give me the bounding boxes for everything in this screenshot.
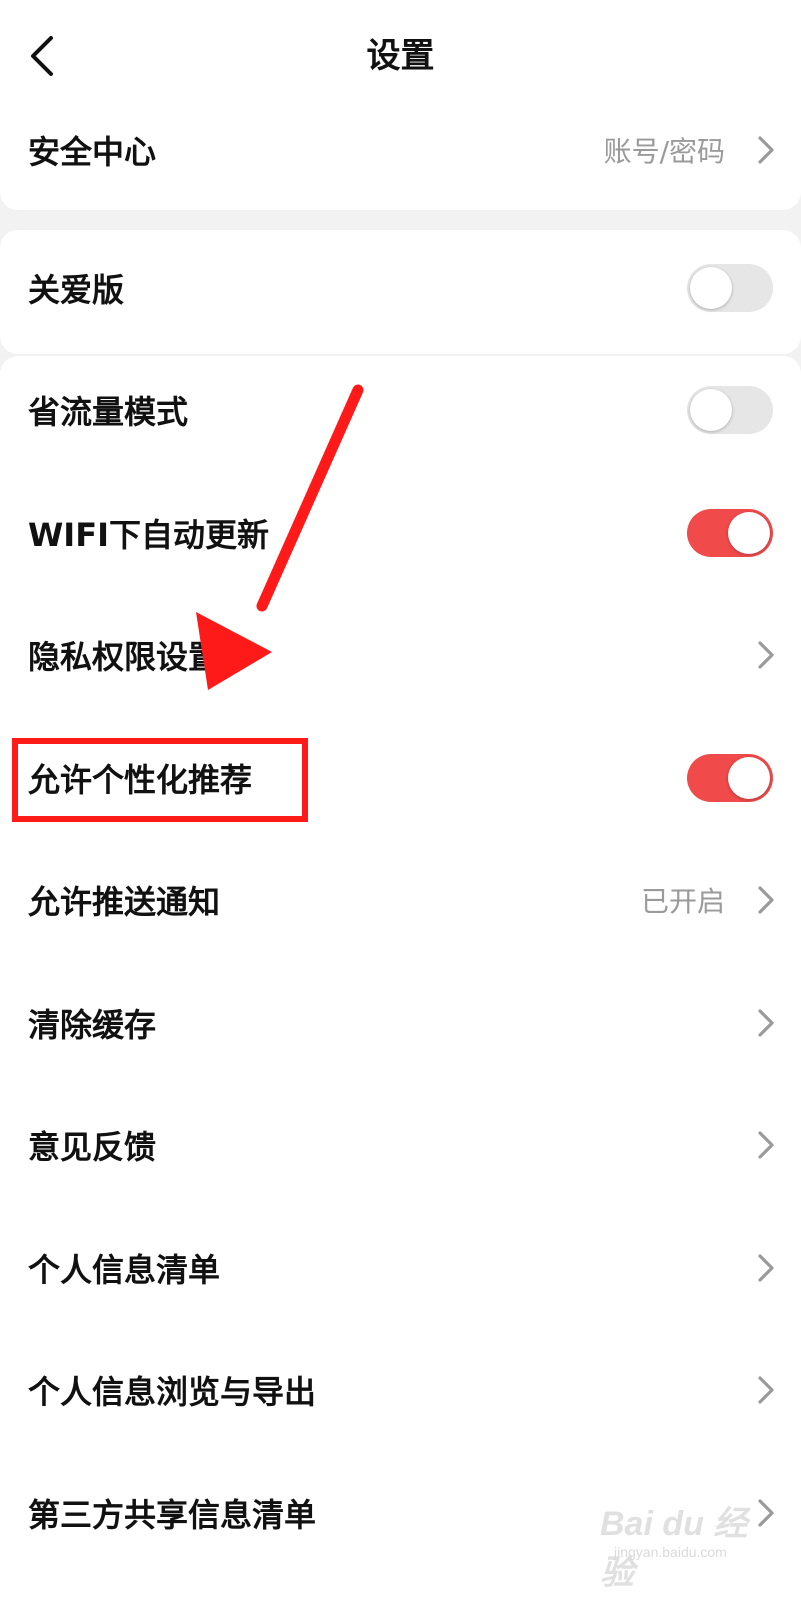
row-label: 个人信息清单 xyxy=(28,1250,221,1289)
chevron-right-icon xyxy=(758,1131,774,1159)
chevron-right-icon xyxy=(758,1008,774,1037)
row-label: 意见反馈 xyxy=(28,1128,157,1166)
settings-row[interactable]: 清除缓存 xyxy=(0,961,801,1085)
chevron-right-icon xyxy=(758,886,774,914)
row-label: 省流量模式 xyxy=(28,393,189,431)
row-label: 允许推送通知 xyxy=(28,883,221,921)
settings-row[interactable]: 允许推送通知 已开启 xyxy=(0,838,801,962)
settings-row[interactable]: 意见反馈 xyxy=(0,1083,801,1207)
settings-row[interactable]: 个人信息清单 xyxy=(0,1206,801,1330)
settings-row: 允许个性化推荐 xyxy=(0,716,801,840)
row-value: 已开启 xyxy=(640,885,725,918)
row-label: 清除缓存 xyxy=(28,1005,157,1044)
row-security-center[interactable]: 安全中心 账号/密码 xyxy=(0,88,801,212)
settings-row[interactable]: 隐私权限设置 xyxy=(0,593,801,717)
row-label: WIFI下自动更新 xyxy=(28,515,269,554)
row-value: 账号/密码 xyxy=(603,135,725,168)
settings-row[interactable]: 第三方共享信息清单 xyxy=(0,1451,801,1575)
settings-row: 省流量模式 xyxy=(0,348,801,472)
chevron-right-icon xyxy=(758,1376,774,1404)
toggle-knob xyxy=(690,267,732,309)
row-care-mode: 关爱版 xyxy=(0,226,801,350)
row-label: 隐私权限设置 xyxy=(28,638,221,676)
settings-row: WIFI下自动更新 xyxy=(0,471,801,595)
care-card: 关爱版 xyxy=(0,230,801,354)
row-label: 关爱版 xyxy=(28,271,125,309)
row-label: 允许个性化推荐 xyxy=(28,760,253,799)
page-title: 设置 xyxy=(366,36,435,76)
row-label: 安全中心 xyxy=(28,133,157,171)
setting-toggle[interactable] xyxy=(687,753,773,802)
security-card: 安全中心 账号/密码 xyxy=(0,96,801,210)
row-label: 个人信息浏览与导出 xyxy=(28,1373,317,1411)
setting-toggle[interactable] xyxy=(687,386,773,434)
chevron-right-icon xyxy=(758,641,774,669)
toggle-knob xyxy=(728,756,770,799)
chevron-right-icon xyxy=(758,136,774,164)
chevron-right-icon xyxy=(758,1253,774,1282)
toggle-knob xyxy=(690,389,732,431)
setting-toggle[interactable] xyxy=(687,508,773,557)
toggle-knob xyxy=(728,511,770,554)
chevron-right-icon xyxy=(758,1498,774,1527)
settings-row[interactable]: 个人信息浏览与导出 xyxy=(0,1328,801,1452)
care-mode-toggle[interactable] xyxy=(687,264,773,312)
row-label: 第三方共享信息清单 xyxy=(28,1495,317,1534)
settings-card: 省流量模式 WIFI下自动更新 隐私权限设置 允许个性化推荐 允许推送通知 已开启清除缓存… xyxy=(0,356,801,1600)
